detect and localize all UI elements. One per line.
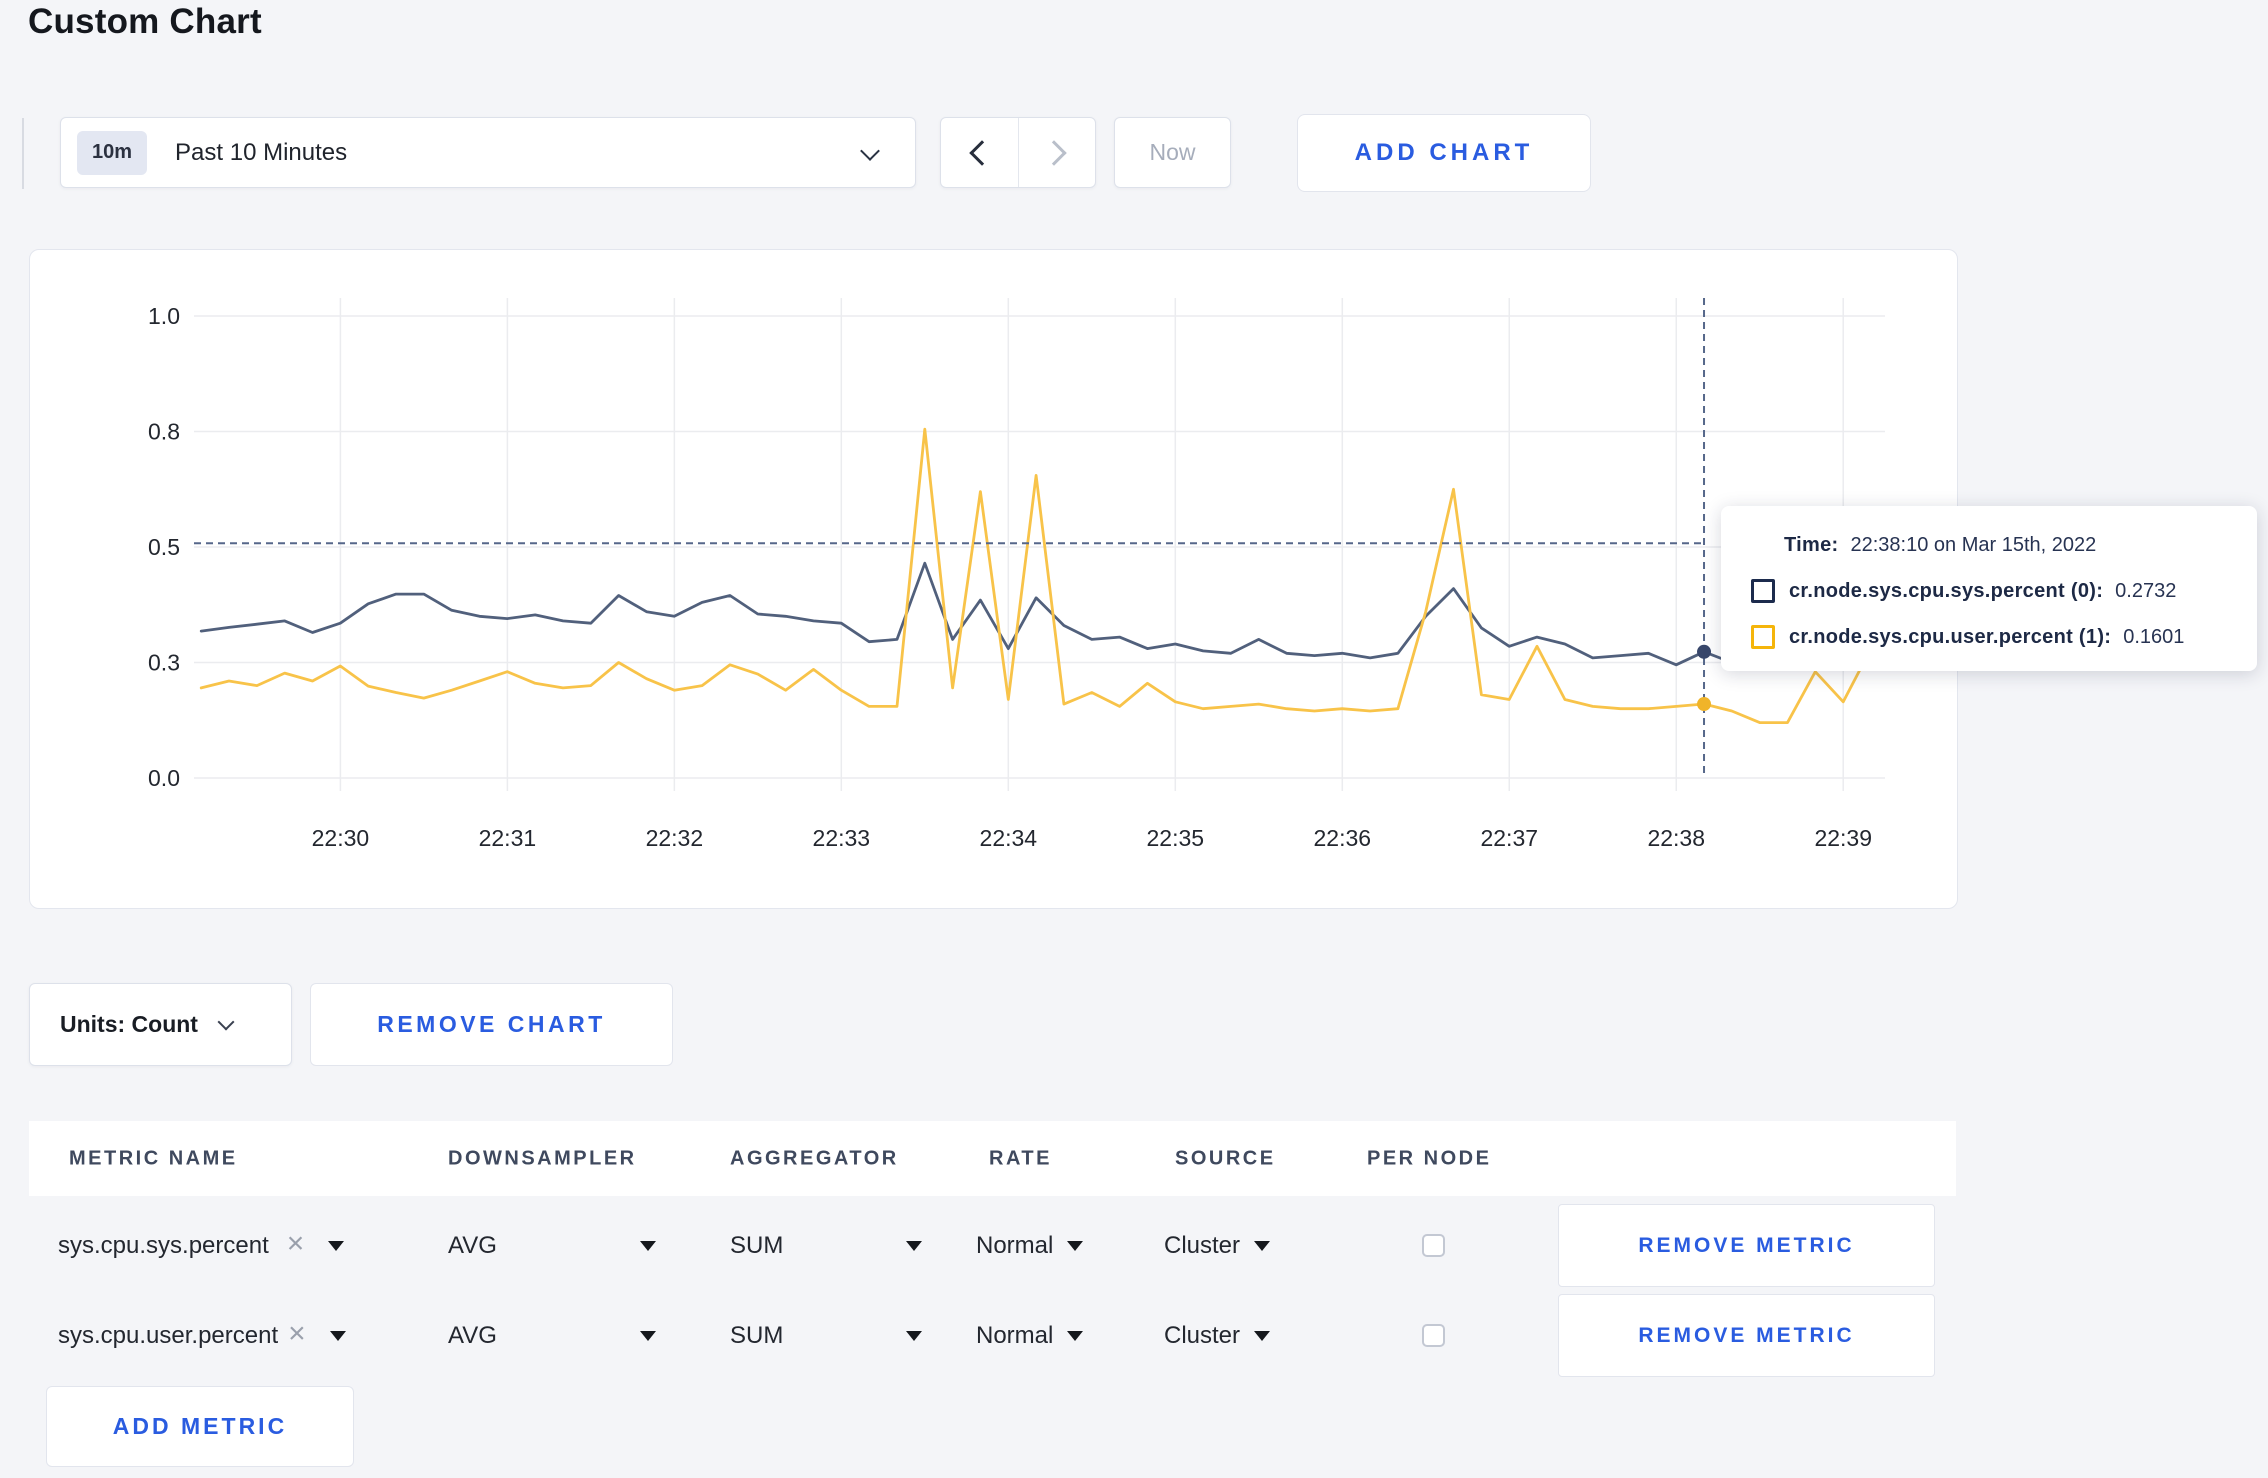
remove-metric-button[interactable]: REMOVE METRIC xyxy=(1558,1204,1935,1287)
svg-text:22:37: 22:37 xyxy=(1480,825,1538,851)
source-value: Cluster xyxy=(1164,1231,1241,1259)
caret-down-icon xyxy=(1067,1240,1084,1251)
remove-metric-button[interactable]: REMOVE METRIC xyxy=(1558,1294,1935,1377)
svg-text:22:36: 22:36 xyxy=(1313,825,1371,851)
svg-text:22:30: 22:30 xyxy=(312,825,370,851)
units-label: Units: Count xyxy=(60,1011,198,1037)
per-node-checkbox[interactable] xyxy=(1422,1324,1445,1347)
metric-row: sys.cpu.user.percent × AVG SUM Normal Cl… xyxy=(29,1294,1956,1377)
chart-panel: 1.0 0.8 0.5 0.3 0.0 22:30 22:31 22:32 22:33 22:34… xyxy=(29,249,1958,909)
metric-name-select[interactable]: sys.cpu.sys.percent × xyxy=(58,1204,345,1287)
col-metric-name: METRIC NAME xyxy=(69,1147,238,1169)
add-chart-button[interactable]: ADD CHART xyxy=(1297,114,1591,192)
aggregator-value: SUM xyxy=(730,1321,784,1349)
chevron-left-icon xyxy=(969,139,995,166)
units-select[interactable]: Units: Count xyxy=(29,983,292,1066)
remove-chart-button[interactable]: REMOVE CHART xyxy=(310,983,673,1066)
chart-tooltip: Time: 22:38:10 on Mar 15th, 2022 cr.node… xyxy=(1721,506,2257,671)
chevron-down-icon xyxy=(217,1013,235,1030)
svg-text:22:32: 22:32 xyxy=(646,825,704,851)
svg-text:0.3: 0.3 xyxy=(148,650,180,676)
tooltip-series-value: 0.2732 xyxy=(2115,579,2177,602)
svg-text:0.5: 0.5 xyxy=(148,534,180,560)
col-per-node: PER NODE xyxy=(1367,1147,1492,1169)
svg-text:22:34: 22:34 xyxy=(980,825,1038,851)
svg-text:22:33: 22:33 xyxy=(813,825,871,851)
time-nav-group xyxy=(940,117,1096,188)
col-downsampler: DOWNSAMPLER xyxy=(448,1147,637,1169)
svg-text:0.0: 0.0 xyxy=(148,765,180,791)
caret-down-icon xyxy=(1067,1330,1084,1341)
rate-select[interactable]: Normal xyxy=(976,1204,1084,1287)
svg-text:22:39: 22:39 xyxy=(1814,825,1872,851)
svg-text:1.0: 1.0 xyxy=(148,303,180,329)
downsampler-select[interactable]: AVG xyxy=(448,1204,656,1287)
aggregator-value: SUM xyxy=(730,1231,784,1259)
clear-metric-icon[interactable]: × xyxy=(287,1229,305,1259)
rate-value: Normal xyxy=(976,1231,1054,1259)
svg-text:22:38: 22:38 xyxy=(1647,825,1705,851)
toolbar-divider xyxy=(22,118,24,189)
per-node-checkbox[interactable] xyxy=(1422,1234,1445,1257)
col-aggregator: AGGREGATOR xyxy=(730,1147,899,1169)
tooltip-time-value: 22:38:10 on Mar 15th, 2022 xyxy=(1850,533,2097,556)
caret-down-icon xyxy=(1254,1240,1271,1251)
metric-name-value: sys.cpu.sys.percent xyxy=(58,1231,269,1259)
tooltip-series-label: cr.node.sys.cpu.user.percent (1): xyxy=(1789,625,2112,648)
caret-down-icon xyxy=(906,1240,922,1251)
next-time-button[interactable] xyxy=(1017,118,1096,187)
source-select[interactable]: Cluster xyxy=(1164,1294,1271,1377)
time-range-badge: 10m xyxy=(77,130,148,175)
metric-row: sys.cpu.sys.percent × AVG SUM Normal Clu… xyxy=(29,1204,1956,1287)
svg-text:22:31: 22:31 xyxy=(479,825,537,851)
caret-down-icon xyxy=(640,1240,656,1251)
time-range-select[interactable]: 10m Past 10 Minutes xyxy=(60,117,916,188)
downsampler-value: AVG xyxy=(448,1231,497,1259)
caret-down-icon xyxy=(640,1330,656,1341)
rate-value: Normal xyxy=(976,1321,1054,1349)
caret-down-icon xyxy=(329,1330,346,1341)
source-select[interactable]: Cluster xyxy=(1164,1204,1271,1287)
now-button[interactable]: Now xyxy=(1114,117,1231,188)
downsampler-value: AVG xyxy=(448,1321,497,1349)
col-source: SOURCE xyxy=(1175,1147,1276,1169)
time-range-label: Past 10 Minutes xyxy=(175,138,348,166)
metric-name-value: sys.cpu.user.percent xyxy=(58,1321,279,1349)
page-title: Custom Chart xyxy=(28,2,262,41)
metric-name-select[interactable]: sys.cpu.user.percent × xyxy=(58,1294,346,1377)
tooltip-time-label: Time: xyxy=(1784,533,1839,556)
clear-metric-icon[interactable]: × xyxy=(288,1319,306,1349)
aggregator-select[interactable]: SUM xyxy=(730,1294,922,1377)
chevron-down-icon xyxy=(860,141,880,161)
aggregator-select[interactable]: SUM xyxy=(730,1204,922,1287)
metrics-table-header: METRIC NAME DOWNSAMPLER AGGREGATOR RATE … xyxy=(29,1121,1956,1196)
col-rate: RATE xyxy=(989,1147,1052,1169)
series-swatch-user-icon xyxy=(1751,625,1775,649)
svg-text:0.8: 0.8 xyxy=(148,419,180,445)
chevron-right-icon xyxy=(1041,139,1067,166)
caret-down-icon xyxy=(328,1240,345,1251)
svg-text:22:35: 22:35 xyxy=(1147,825,1205,851)
custom-chart-plot[interactable]: 1.0 0.8 0.5 0.3 0.0 22:30 22:31 22:32 22:33 22:34… xyxy=(30,250,1957,908)
per-node-cell xyxy=(1422,1204,1445,1287)
tooltip-series-label: cr.node.sys.cpu.sys.percent (0): xyxy=(1789,579,2104,602)
downsampler-select[interactable]: AVG xyxy=(448,1294,656,1377)
rate-select[interactable]: Normal xyxy=(976,1294,1084,1377)
add-metric-button[interactable]: ADD METRIC xyxy=(46,1386,354,1467)
tooltip-series-value: 0.1601 xyxy=(2123,625,2185,648)
source-value: Cluster xyxy=(1164,1321,1241,1349)
series-swatch-sys-icon xyxy=(1751,579,1775,603)
per-node-cell xyxy=(1422,1294,1445,1377)
caret-down-icon xyxy=(906,1330,922,1341)
caret-down-icon xyxy=(1254,1330,1271,1341)
prev-time-button[interactable] xyxy=(941,118,1018,187)
